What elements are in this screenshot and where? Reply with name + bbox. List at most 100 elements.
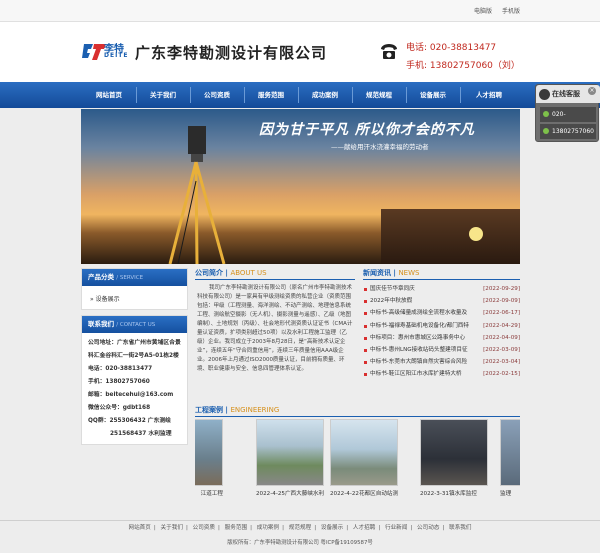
about-title[interactable]: 公司简介 | ABOUT US xyxy=(195,268,355,280)
cases-title[interactable]: 工程案例 | ENGINEERING xyxy=(195,405,520,417)
footer-nav: 网站首页 | 关于我们 | 公司资质 | 服务范围 | 成功案例 | 规范规程 | 设备展示… xyxy=(0,520,600,535)
cases-section: 工程案例 | ENGINEERING 江道工程 2022-4-25广西大藤峡水利… xyxy=(195,405,520,515)
news-item-title: 中标项目：惠州市惠城区公路事务中心 xyxy=(370,334,466,341)
contact-body: 公司地址：广东省广州市黄埔区合景 科汇金谷科汇一街2号A5-01栋2楼 电话：0… xyxy=(82,333,187,445)
nav-home[interactable]: 网站首页 xyxy=(84,82,134,108)
status-dot-icon xyxy=(543,128,549,134)
news-list: 国庆佳节华章同庆 [2022-09-29] 2022年中秋放假 [2022-09-0… xyxy=(363,280,520,381)
nav-divider xyxy=(136,87,137,103)
case-item[interactable]: 2022-4-22花都区自动站测井审 xyxy=(330,419,398,497)
case-caption: 2022-4-22花都区自动站测井审 xyxy=(330,491,398,497)
contact-email[interactable]: 邮箱：beitecehui@163.com xyxy=(88,389,181,402)
nav-divider xyxy=(352,87,353,103)
footer-link[interactable]: 行业新闻 xyxy=(385,525,407,531)
footer-link[interactable]: 联系我们 xyxy=(449,525,471,531)
contact-phone: 电话：020-38813477 xyxy=(88,366,153,372)
mobile-version-link[interactable]: 手机版 xyxy=(502,8,520,15)
contact-title-en: / CONTACT US xyxy=(116,322,156,328)
footer-link[interactable]: 关于我们 xyxy=(161,525,183,531)
news-section: 新闻资讯 | NEWS 国庆佳节华章同庆 [2022-09-29] 2022年中秋… xyxy=(363,268,520,398)
case-image xyxy=(500,419,520,486)
news-item[interactable]: 中标书-东莞市大朗镇自然灾害综合风险 [2022-03-04] xyxy=(363,356,520,368)
contact-panel: 联系我们 / CONTACT US 公司地址：广东省广州市黄埔区合景 科汇金谷科… xyxy=(81,315,188,445)
news-title[interactable]: 新闻资讯 | NEWS xyxy=(363,268,520,280)
case-image xyxy=(420,419,488,486)
contact-address-2: 科汇金谷科汇一街2号A5-01栋2楼 xyxy=(88,353,179,359)
about-text: 我司广东李特勘测设计有限公司（原名广州市李特勘测技术科技有限公司）是一家具有甲级… xyxy=(197,285,353,372)
case-caption: 江道工程 xyxy=(200,491,223,497)
news-item[interactable]: 国庆佳节华章同庆 [2022-09-29] xyxy=(363,283,520,295)
mobile-line: 手机: 13802757060（刘） xyxy=(406,58,520,71)
nav-services[interactable]: 服务范围 xyxy=(246,82,296,108)
news-item-title: 中标书-鞋江区阳江市水库扩建特大桥 xyxy=(370,371,462,378)
footer-link[interactable]: 成功案例 xyxy=(257,525,279,531)
nav-cases[interactable]: 成功案例 xyxy=(300,82,350,108)
nav-standards[interactable]: 规范规程 xyxy=(354,82,404,108)
footer-link[interactable]: 公司资质 xyxy=(193,525,215,531)
case-item[interactable]: 2022-4-25广西大藤峡水利枢纽 xyxy=(256,419,324,497)
cases-carousel[interactable]: 江道工程 2022-4-25广西大藤峡水利枢纽 2022-4-22花都区自动站测… xyxy=(195,419,520,503)
mobile-label: 手机: xyxy=(406,61,428,71)
online-service-widget: 在线客服 × 020-38813477 13802757060 xyxy=(535,84,600,142)
cases-title-text: 工程案例 xyxy=(195,406,223,414)
nav-divider xyxy=(298,87,299,103)
banner-slogan: 因为甘于平凡 所以你才会的不凡 xyxy=(259,122,475,138)
news-item-date: [2022-09-09] xyxy=(483,298,520,305)
contact-header: 联系我们 / CONTACT US xyxy=(82,316,187,333)
service-mobile[interactable]: 13802757060 xyxy=(540,124,596,139)
product-item-label: 设备展示 xyxy=(95,296,120,303)
product-category-title-en: / SERVICE xyxy=(116,275,144,281)
news-title-text: 新闻资讯 xyxy=(363,269,391,277)
footer-link[interactable]: 公司动态 xyxy=(417,525,439,531)
news-item-date: [2022-02-15] xyxy=(483,371,520,378)
desktop-version-link[interactable]: 电脑版 xyxy=(474,8,492,15)
contact-wechat: 微信公众号：gdbt168 xyxy=(88,405,151,411)
case-item[interactable]: 2022-3-31镇水库监控 xyxy=(420,419,488,497)
news-item[interactable]: 中标书-福禄寿基础机电设备化/都门西特 [2022-04-29] xyxy=(363,320,520,332)
case-caption: 监理 xyxy=(500,491,512,497)
nav-about[interactable]: 关于我们 xyxy=(138,82,188,108)
case-item[interactable]: 江道工程 xyxy=(195,419,223,497)
nav-equipment[interactable]: 设备展示 xyxy=(408,82,458,108)
nav-qualification[interactable]: 公司资质 xyxy=(192,82,242,108)
news-item-title: 中标书-福禄寿基础机电设备化/都门西特 xyxy=(370,322,469,329)
contact-qq-2: 251568437 水利监理 xyxy=(110,431,172,437)
case-image xyxy=(256,419,324,486)
case-image xyxy=(195,419,223,486)
nav-divider xyxy=(460,87,461,103)
main-nav: 网站首页 关于我们 公司资质 服务范围 成功案例 规范规程 设备展示 人才招聘 xyxy=(0,82,600,108)
footer-link[interactable]: 服务范围 xyxy=(225,525,247,531)
service-mobile-text: 13802757060 xyxy=(552,128,594,135)
contact-title: 联系我们 xyxy=(88,320,114,328)
news-item-date: [2022-04-29] xyxy=(483,322,520,329)
nav-careers[interactable]: 人才招聘 xyxy=(464,82,514,108)
news-item[interactable]: 中标项目：惠州市惠城区公路事务中心 [2022-04-09] xyxy=(363,332,520,344)
service-phone[interactable]: 020-38813477 xyxy=(540,107,596,133)
news-item[interactable]: 中标书-鞋江区阳江市水库扩建特大桥 [2022-02-15] xyxy=(363,368,520,380)
nav-divider xyxy=(190,87,191,103)
case-item[interactable]: 监理 xyxy=(500,419,520,497)
product-category-header: 产品分类 / SERVICE xyxy=(82,269,187,286)
footer-link[interactable]: 设备展示 xyxy=(321,525,343,531)
news-item-date: [2022-04-09] xyxy=(483,334,520,341)
brand-en: DEITE xyxy=(104,52,129,59)
sun-icon xyxy=(469,227,483,241)
footer-link[interactable]: 网站首页 xyxy=(128,525,150,531)
product-category-panel: 产品分类 / SERVICE » 设备展示 xyxy=(81,268,188,310)
product-item-equipment[interactable]: » 设备展示 xyxy=(82,286,187,303)
contact-address-1: 公司地址：广东省广州市黄埔区合景 xyxy=(88,340,181,346)
news-item[interactable]: 中标书-高级储量成测绘全流程水收量及 [2022-06-17] xyxy=(363,307,520,319)
news-item[interactable]: 2022年中秋放假 [2022-09-09] xyxy=(363,295,520,307)
news-item-title: 中标书-惠州LNG接收站码头整建项目征 xyxy=(370,347,468,354)
news-item-title: 中标书-高级储量成测绘全流程水收量及 xyxy=(370,310,468,317)
news-item-title: 国庆佳节华章同庆 xyxy=(370,286,415,292)
footer-link[interactable]: 人才招聘 xyxy=(353,525,375,531)
hero-banner[interactable]: 因为甘于平凡 所以你才会的不凡 ——献给用汗水浇灌幸福的劳动者 xyxy=(81,109,520,264)
company-name: 广东李特勘测设计有限公司 xyxy=(135,44,328,62)
news-item[interactable]: 中标书-惠州LNG接收站码头整建项目征 [2022-03-09] xyxy=(363,344,520,356)
case-caption: 2022-3-31镇水库监控 xyxy=(420,491,477,497)
footer-link[interactable]: 规范规程 xyxy=(289,525,311,531)
phone-label: 电话: xyxy=(406,43,428,53)
about-title-en: ABOUT US xyxy=(230,269,267,277)
close-icon[interactable]: × xyxy=(588,87,596,95)
